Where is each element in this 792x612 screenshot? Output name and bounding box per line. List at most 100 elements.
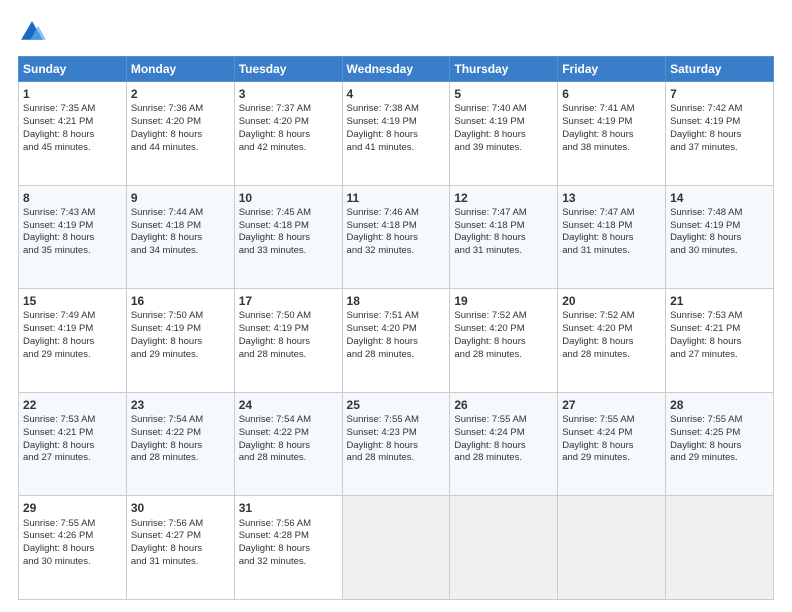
day-info-line: Sunrise: 7:35 AM — [23, 103, 122, 116]
day-info-line: Sunset: 4:21 PM — [23, 116, 122, 129]
day-info-line: Sunrise: 7:52 AM — [562, 310, 661, 323]
day-info-line: Sunrise: 7:48 AM — [670, 207, 769, 220]
calendar-cell: 29Sunrise: 7:55 AMSunset: 4:26 PMDayligh… — [19, 496, 127, 600]
day-info-line: Sunrise: 7:41 AM — [562, 103, 661, 116]
day-info-line: Sunset: 4:24 PM — [454, 427, 553, 440]
day-info-line: Sunset: 4:19 PM — [347, 116, 446, 129]
day-info-line: Sunset: 4:20 PM — [131, 116, 230, 129]
day-info-line: Sunrise: 7:38 AM — [347, 103, 446, 116]
day-info-line: and 29 minutes. — [670, 452, 769, 465]
col-header-friday: Friday — [558, 57, 666, 82]
day-info-line: Daylight: 8 hours — [23, 543, 122, 556]
day-number: 23 — [131, 397, 230, 413]
page: SundayMondayTuesdayWednesdayThursdayFrid… — [0, 0, 792, 612]
day-number: 19 — [454, 293, 553, 309]
calendar-table: SundayMondayTuesdayWednesdayThursdayFrid… — [18, 56, 774, 600]
day-info-line: Daylight: 8 hours — [670, 232, 769, 245]
day-info-line: Sunrise: 7:42 AM — [670, 103, 769, 116]
day-number: 10 — [239, 190, 338, 206]
day-number: 31 — [239, 500, 338, 516]
day-info-line: Sunset: 4:23 PM — [347, 427, 446, 440]
day-info-line: Sunrise: 7:47 AM — [562, 207, 661, 220]
day-info-line: Sunset: 4:28 PM — [239, 530, 338, 543]
calendar-cell: 1Sunrise: 7:35 AMSunset: 4:21 PMDaylight… — [19, 82, 127, 186]
day-number: 20 — [562, 293, 661, 309]
day-info-line: and 37 minutes. — [670, 142, 769, 155]
day-info-line: and 30 minutes. — [670, 245, 769, 258]
day-info-line: Sunset: 4:19 PM — [562, 116, 661, 129]
day-info-line: and 29 minutes. — [131, 349, 230, 362]
day-info-line: and 28 minutes. — [454, 349, 553, 362]
calendar-cell: 24Sunrise: 7:54 AMSunset: 4:22 PMDayligh… — [234, 392, 342, 496]
day-info-line: and 27 minutes. — [670, 349, 769, 362]
calendar-cell: 4Sunrise: 7:38 AMSunset: 4:19 PMDaylight… — [342, 82, 450, 186]
calendar-cell: 2Sunrise: 7:36 AMSunset: 4:20 PMDaylight… — [126, 82, 234, 186]
day-info-line: Sunset: 4:21 PM — [23, 427, 122, 440]
day-info-line: Sunrise: 7:50 AM — [131, 310, 230, 323]
day-info-line: Sunrise: 7:54 AM — [239, 414, 338, 427]
day-info-line: Daylight: 8 hours — [347, 232, 446, 245]
calendar-cell: 18Sunrise: 7:51 AMSunset: 4:20 PMDayligh… — [342, 289, 450, 393]
col-header-sunday: Sunday — [19, 57, 127, 82]
day-info-line: Daylight: 8 hours — [23, 232, 122, 245]
day-number: 2 — [131, 86, 230, 102]
day-number: 28 — [670, 397, 769, 413]
day-number: 13 — [562, 190, 661, 206]
day-info-line: Sunrise: 7:56 AM — [239, 518, 338, 531]
day-info-line: Sunset: 4:19 PM — [670, 116, 769, 129]
day-number: 11 — [347, 190, 446, 206]
day-number: 5 — [454, 86, 553, 102]
day-info-line: Sunrise: 7:37 AM — [239, 103, 338, 116]
day-info-line: and 34 minutes. — [131, 245, 230, 258]
day-number: 26 — [454, 397, 553, 413]
day-info-line: and 28 minutes. — [239, 349, 338, 362]
day-number: 1 — [23, 86, 122, 102]
day-info-line: Daylight: 8 hours — [23, 440, 122, 453]
day-info-line: Sunset: 4:22 PM — [131, 427, 230, 440]
day-info-line: Sunrise: 7:56 AM — [131, 518, 230, 531]
calendar-cell: 14Sunrise: 7:48 AMSunset: 4:19 PMDayligh… — [666, 185, 774, 289]
day-info-line: and 44 minutes. — [131, 142, 230, 155]
day-info-line: and 28 minutes. — [454, 452, 553, 465]
calendar-cell: 12Sunrise: 7:47 AMSunset: 4:18 PMDayligh… — [450, 185, 558, 289]
day-number: 16 — [131, 293, 230, 309]
day-info-line: Sunrise: 7:47 AM — [454, 207, 553, 220]
day-info-line: Sunset: 4:19 PM — [131, 323, 230, 336]
day-info-line: Sunrise: 7:44 AM — [131, 207, 230, 220]
day-number: 14 — [670, 190, 769, 206]
day-info-line: Daylight: 8 hours — [23, 129, 122, 142]
week-row-1: 1Sunrise: 7:35 AMSunset: 4:21 PMDaylight… — [19, 82, 774, 186]
day-info-line: Sunset: 4:18 PM — [347, 220, 446, 233]
calendar-cell: 31Sunrise: 7:56 AMSunset: 4:28 PMDayligh… — [234, 496, 342, 600]
calendar-cell: 23Sunrise: 7:54 AMSunset: 4:22 PMDayligh… — [126, 392, 234, 496]
day-info-line: Sunset: 4:19 PM — [454, 116, 553, 129]
day-info-line: Sunrise: 7:43 AM — [23, 207, 122, 220]
calendar-cell: 6Sunrise: 7:41 AMSunset: 4:19 PMDaylight… — [558, 82, 666, 186]
day-info-line: Daylight: 8 hours — [131, 440, 230, 453]
day-number: 29 — [23, 500, 122, 516]
logo-icon — [18, 18, 46, 46]
day-info-line: Daylight: 8 hours — [454, 336, 553, 349]
day-info-line: Daylight: 8 hours — [131, 232, 230, 245]
day-info-line: and 28 minutes. — [131, 452, 230, 465]
day-info-line: and 29 minutes. — [562, 452, 661, 465]
day-info-line: Daylight: 8 hours — [454, 129, 553, 142]
day-info-line: Sunset: 4:19 PM — [670, 220, 769, 233]
day-number: 21 — [670, 293, 769, 309]
day-number: 12 — [454, 190, 553, 206]
day-info-line: Sunrise: 7:36 AM — [131, 103, 230, 116]
day-number: 27 — [562, 397, 661, 413]
calendar-cell: 7Sunrise: 7:42 AMSunset: 4:19 PMDaylight… — [666, 82, 774, 186]
week-row-5: 29Sunrise: 7:55 AMSunset: 4:26 PMDayligh… — [19, 496, 774, 600]
day-number: 3 — [239, 86, 338, 102]
day-info-line: and 29 minutes. — [23, 349, 122, 362]
col-header-wednesday: Wednesday — [342, 57, 450, 82]
calendar-cell: 17Sunrise: 7:50 AMSunset: 4:19 PMDayligh… — [234, 289, 342, 393]
day-info-line: and 28 minutes. — [562, 349, 661, 362]
calendar-cell: 27Sunrise: 7:55 AMSunset: 4:24 PMDayligh… — [558, 392, 666, 496]
day-info-line: Sunrise: 7:55 AM — [562, 414, 661, 427]
calendar-cell: 5Sunrise: 7:40 AMSunset: 4:19 PMDaylight… — [450, 82, 558, 186]
calendar-cell: 10Sunrise: 7:45 AMSunset: 4:18 PMDayligh… — [234, 185, 342, 289]
day-number: 17 — [239, 293, 338, 309]
day-info-line: Sunrise: 7:51 AM — [347, 310, 446, 323]
